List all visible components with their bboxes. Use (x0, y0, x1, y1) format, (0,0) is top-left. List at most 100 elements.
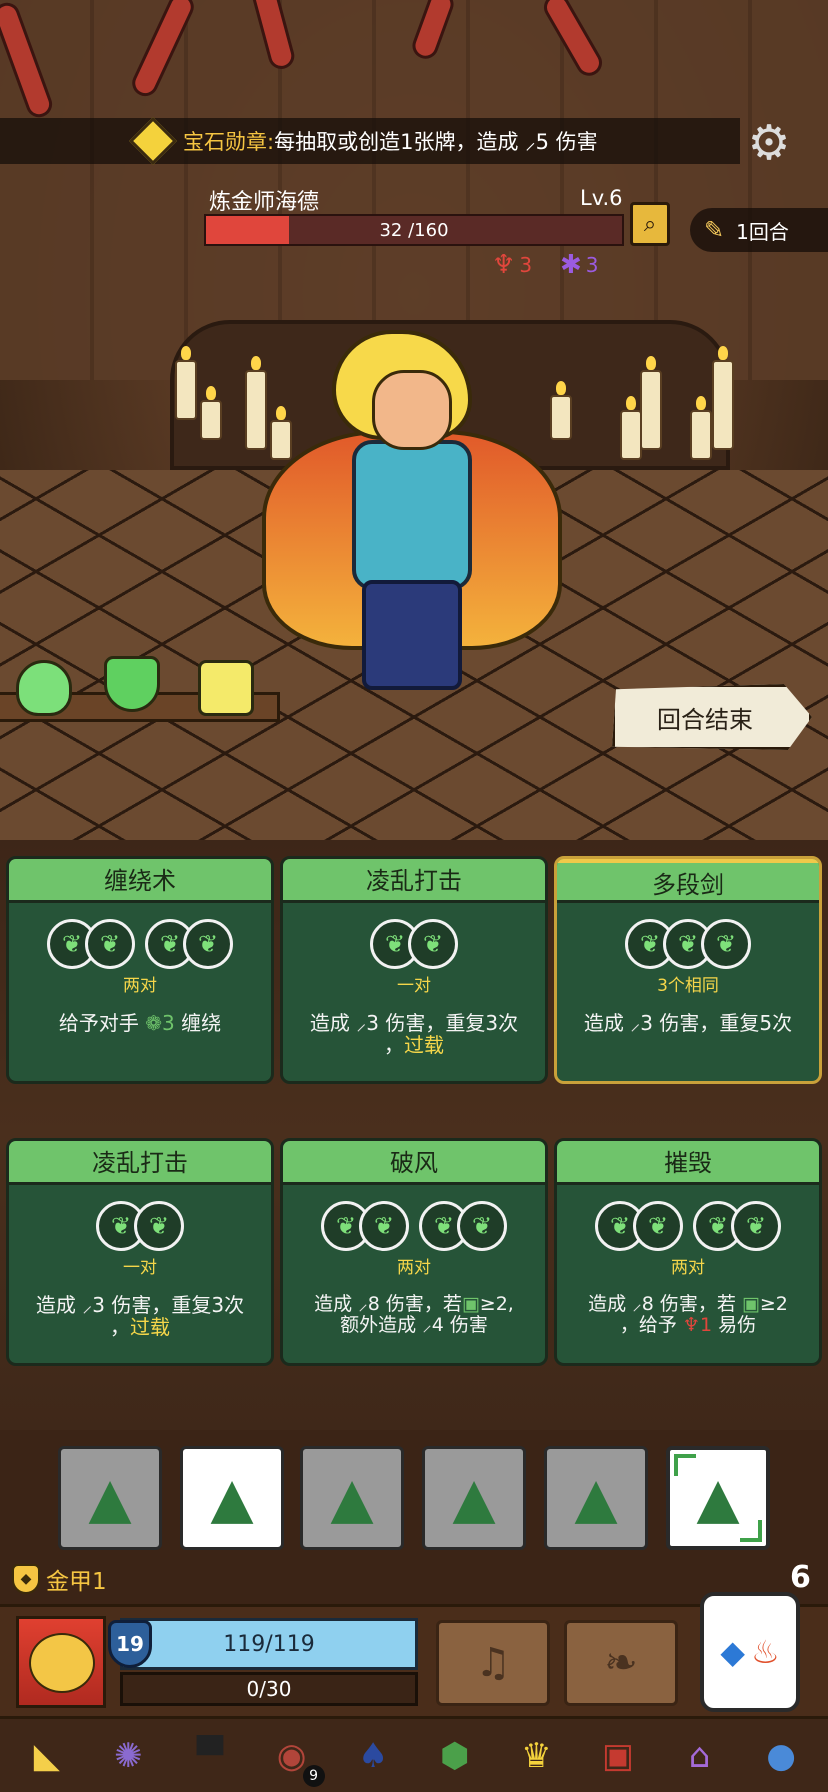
card-dice-requirement: ❦ ❦ (9, 1201, 271, 1251)
skill-card-chaotic-strike[interactable]: 凌乱打击 ❦ ❦ 一对 造成 ⸝3 伤害，重复3次 ，过载 (280, 856, 548, 1084)
boss-hp-bar: 32 /160 (204, 214, 624, 246)
skill-card-destroy[interactable]: 摧毁 ❦ ❦ ❦ ❦ 两对 造成 ⸝8 伤害，若 ▣≥2 ，给予 ♆1 易伤 (554, 1138, 822, 1366)
tree-icon: ▲ (696, 1465, 740, 1531)
top-hat-item-icon[interactable]: ▀ (181, 1727, 239, 1785)
card-effect: 造成 ⸝8 伤害，若▣≥2, 额外造成 ⸝4 伤害 (314, 1293, 514, 1336)
tree-icon: ▲ (210, 1465, 254, 1531)
skill-card-chaotic-strike-2[interactable]: 凌乱打击 ❦ ❦ 一对 造成 ⸝3 伤害，重复3次 ，过载 (6, 1138, 274, 1366)
green-flask-icon[interactable] (104, 656, 160, 712)
turn-counter: ✎ 1回合 (690, 208, 828, 252)
red-drum-item-icon[interactable]: ▣ (589, 1727, 647, 1785)
skill-card-entangle[interactable]: 缠绕术 ❦ ❦ ❦ ❦ 两对 给予对手 ❁3 缠绕 (6, 856, 274, 1084)
player-level-badge: 19 (108, 1620, 152, 1668)
sword-icon: ⸝ (356, 1011, 367, 1035)
card-effect: 造成 ⸝3 伤害，重复3次 ，过载 (35, 1293, 245, 1339)
leaf-die-icon: ❦ (183, 919, 233, 969)
element-die-button[interactable]: ◆ ♨ (700, 1592, 800, 1712)
cheese-item-icon[interactable]: ◣ (18, 1727, 76, 1785)
water-drop-icon: ◆ (720, 1633, 745, 1671)
card-requirement: 两对 (671, 1258, 705, 1278)
end-turn-button[interactable]: 回合结束 (612, 684, 812, 750)
player-avatar (29, 1633, 95, 1693)
card-title: 缠绕术 (9, 859, 271, 903)
equipment-slot-stocking[interactable]: ❧ (564, 1620, 678, 1706)
settings-gear-icon[interactable]: ⚙ (738, 112, 800, 174)
status-poison[interactable]: ✱ 3 (560, 250, 599, 280)
item-count-badge: 9 (302, 1764, 325, 1787)
scroll-icon: ✎ (704, 216, 725, 244)
card-requirement: 两对 (123, 976, 157, 996)
bell-icon: ♫ (475, 1640, 511, 1686)
player-hp-text: 119/119 (223, 1631, 315, 1657)
purple-boot-item-icon[interactable]: ⌂ (671, 1727, 729, 1785)
card-title: 摧毁 (557, 1141, 819, 1185)
die-2[interactable]: ▲ (180, 1446, 284, 1550)
sword-icon: ⸝ (358, 1293, 368, 1315)
boss-body (352, 440, 472, 590)
relic-banner: 宝石勋章: 每抽取或创造1张牌，造成 ⸝5 伤害 (0, 116, 740, 166)
die-3[interactable]: ▲ (300, 1446, 404, 1550)
button-item-icon[interactable]: ◉ 9 (263, 1727, 325, 1787)
armor-indicator[interactable]: ◆ 金甲1 (12, 1562, 107, 1596)
shuriken-item-icon[interactable]: ✺ (99, 1727, 157, 1785)
sword-icon: ⸝ (632, 1293, 642, 1315)
keyword-overload[interactable]: 过载 (404, 1033, 444, 1057)
yellow-potion-icon[interactable] (198, 660, 254, 716)
card-effect: 造成 ⸝8 伤害，若 ▣≥2 ，给予 ♆1 易伤 (588, 1293, 788, 1336)
relic-label: 宝石勋章: (183, 130, 275, 154)
die-1[interactable]: ▲ (58, 1446, 162, 1550)
green-potion-icon[interactable] (16, 660, 72, 716)
tree-icon: ▲ (330, 1465, 374, 1531)
die-5[interactable]: ▲ (544, 1446, 648, 1550)
skill-card-multi-sword[interactable]: 多段剑 ❦ ❦ ❦ 3个相同 造成 ⸝3 伤害，重复5次 (554, 856, 822, 1084)
leaf-die-icon: ❦ (134, 1201, 184, 1251)
relic-description: 每抽取或创造1张牌，造成 ⸝5 伤害 (274, 130, 598, 154)
turtle-shell-item-icon[interactable]: ⬢ (426, 1727, 484, 1785)
leaf-die-icon: ❦ (731, 1201, 781, 1251)
sword-icon: ⸝ (82, 1293, 93, 1317)
status-rage[interactable]: ♆ 3 (492, 250, 532, 280)
shield-icon: ◆ (12, 1564, 40, 1594)
gem-medal-icon (128, 116, 178, 166)
leaf-die-icon: ❦ (457, 1201, 507, 1251)
boss-alchemist-hyde[interactable] (262, 330, 562, 700)
die-4[interactable]: ▲ (422, 1446, 526, 1550)
equipment-slot-bells[interactable]: ♫ (436, 1620, 550, 1706)
rage-devil-icon: ♆ (492, 250, 516, 280)
crown-item-icon[interactable]: ♛ (507, 1727, 565, 1785)
skill-card-break-wind[interactable]: 破风 ❦ ❦ ❦ ❦ 两对 造成 ⸝8 伤害，若▣≥2, 额外造成 ⸝4 伤害 (280, 1138, 548, 1366)
player-portrait[interactable] (16, 1616, 106, 1708)
card-requirement: 一对 (123, 1258, 157, 1278)
boss-level: Lv.6 (580, 186, 623, 210)
leaf-die-icon: ❦ (359, 1201, 409, 1251)
boss-legs (362, 580, 462, 690)
card-dice-requirement: ❦ ❦ ❦ ❦ (283, 1201, 545, 1251)
item-toolbar: ◣ ✺ ▀ ◉ 9 ♠ ⬢ ♛ ▣ ⌂ ● (0, 1716, 828, 1792)
tree-icon: ▲ (574, 1465, 618, 1531)
player-energy-text: 0/30 (246, 1677, 292, 1701)
card-dice-requirement: ❦ ❦ ❦ ❦ (9, 919, 271, 969)
blue-slime-item-icon[interactable]: ● (752, 1727, 810, 1785)
card-requirement: 两对 (397, 1258, 431, 1278)
die-6[interactable]: ▲ (666, 1446, 770, 1550)
blue-cloak-item-icon[interactable]: ♠ (344, 1727, 402, 1785)
boss-intent-card-icon[interactable]: ⌕ (630, 202, 670, 246)
candle (200, 386, 222, 440)
boss-hp-text: 32 /160 (379, 220, 449, 241)
keyword-overload[interactable]: 过载 (130, 1315, 170, 1339)
leaf-die-icon: ❦ (701, 919, 751, 969)
candle (620, 396, 642, 460)
candle (640, 356, 662, 450)
player-hp-bar: 119/119 (120, 1618, 418, 1670)
card-dice-requirement: ❦ ❦ ❦ (557, 919, 819, 969)
poison-splat-icon: ✱ (560, 250, 582, 280)
armor-label: 金甲1 (46, 1569, 107, 1595)
leaf-die-icon: ❦ (633, 1201, 683, 1251)
deck-count[interactable]: 6 (790, 1560, 811, 1595)
card-title: 凌乱打击 (9, 1141, 271, 1185)
fire-icon: ♨ (750, 1633, 780, 1671)
vulnerable-devil-icon: ♆ (682, 1313, 700, 1336)
card-title: 破风 (283, 1141, 545, 1185)
sword-icon: ⸝ (525, 130, 536, 154)
candle (690, 396, 712, 460)
